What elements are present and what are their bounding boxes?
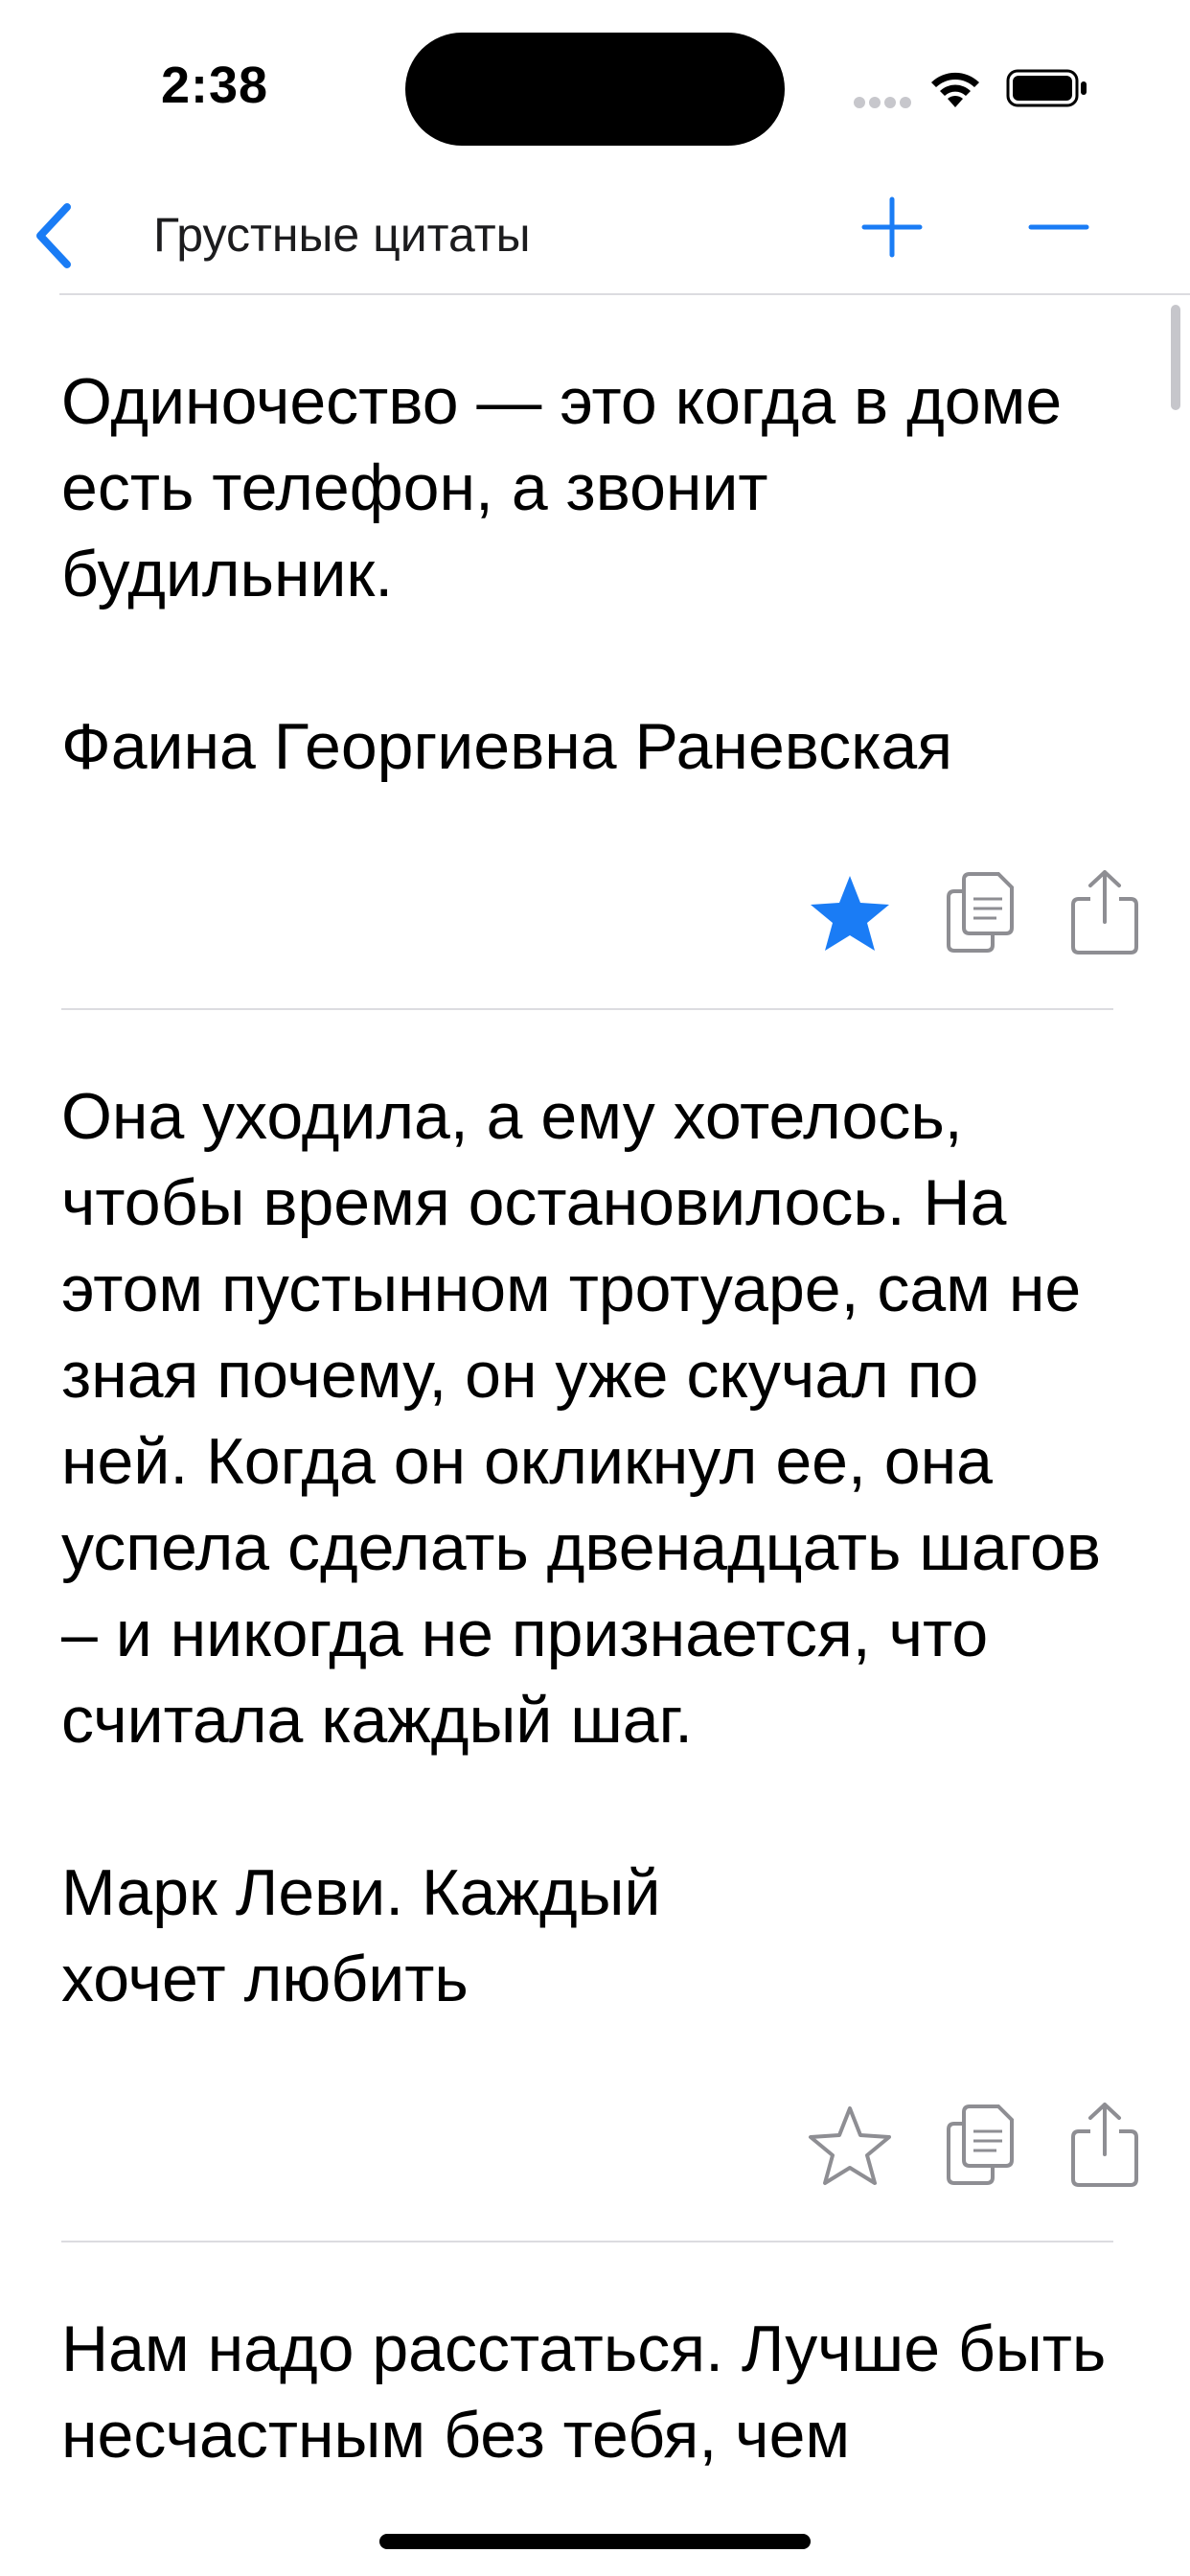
quote-text: Нам надо расстаться. Лучше быть несчастн…	[61, 2312, 1107, 2472]
status-time: 2:38	[161, 57, 269, 114]
battery-icon	[1006, 69, 1087, 107]
page-title: Грустные цитаты	[153, 208, 531, 262]
quote-actions	[61, 866, 1138, 972]
share-icon[interactable]	[1062, 2099, 1148, 2191]
quote-text: Одиночество — это когда в доме есть теле…	[61, 365, 1063, 610]
quote-actions	[61, 2099, 1138, 2204]
quote-author: Марк Леви. Каждый хочет любить	[61, 1856, 661, 2015]
star-outline-icon[interactable]	[807, 2099, 893, 2191]
share-icon[interactable]	[1062, 866, 1148, 958]
quote-text: Она уходила, а ему хотелось, чтобы время…	[61, 1080, 1101, 1757]
quote-card: Нам надо расстаться. Лучше быть несчастн…	[0, 2242, 1190, 2478]
star-filled-icon[interactable]	[807, 866, 893, 958]
dynamic-island	[405, 33, 785, 146]
cellular-signal-icon	[854, 97, 911, 108]
copy-icon[interactable]	[937, 866, 1023, 958]
copy-icon[interactable]	[937, 2099, 1023, 2191]
quote-author: Фаина Георгиевна Раневская	[61, 710, 953, 783]
scroll-indicator[interactable]	[1171, 305, 1180, 410]
quote-list[interactable]: Одиночество — это когда в доме есть теле…	[0, 295, 1190, 2576]
minus-icon[interactable]	[1025, 194, 1092, 261]
quote-card: Одиночество — это когда в доме есть теле…	[0, 295, 1190, 1010]
wifi-icon	[931, 72, 979, 107]
chevron-left-icon[interactable]	[21, 197, 88, 274]
plus-icon[interactable]	[858, 194, 926, 261]
quote-card: Она уходила, а ему хотелось, чтобы время…	[0, 1010, 1190, 2242]
status-bar: 2:38	[0, 0, 1190, 172]
navigation-bar: Грустные цитаты	[0, 172, 1190, 295]
home-indicator[interactable]	[379, 2534, 811, 2549]
